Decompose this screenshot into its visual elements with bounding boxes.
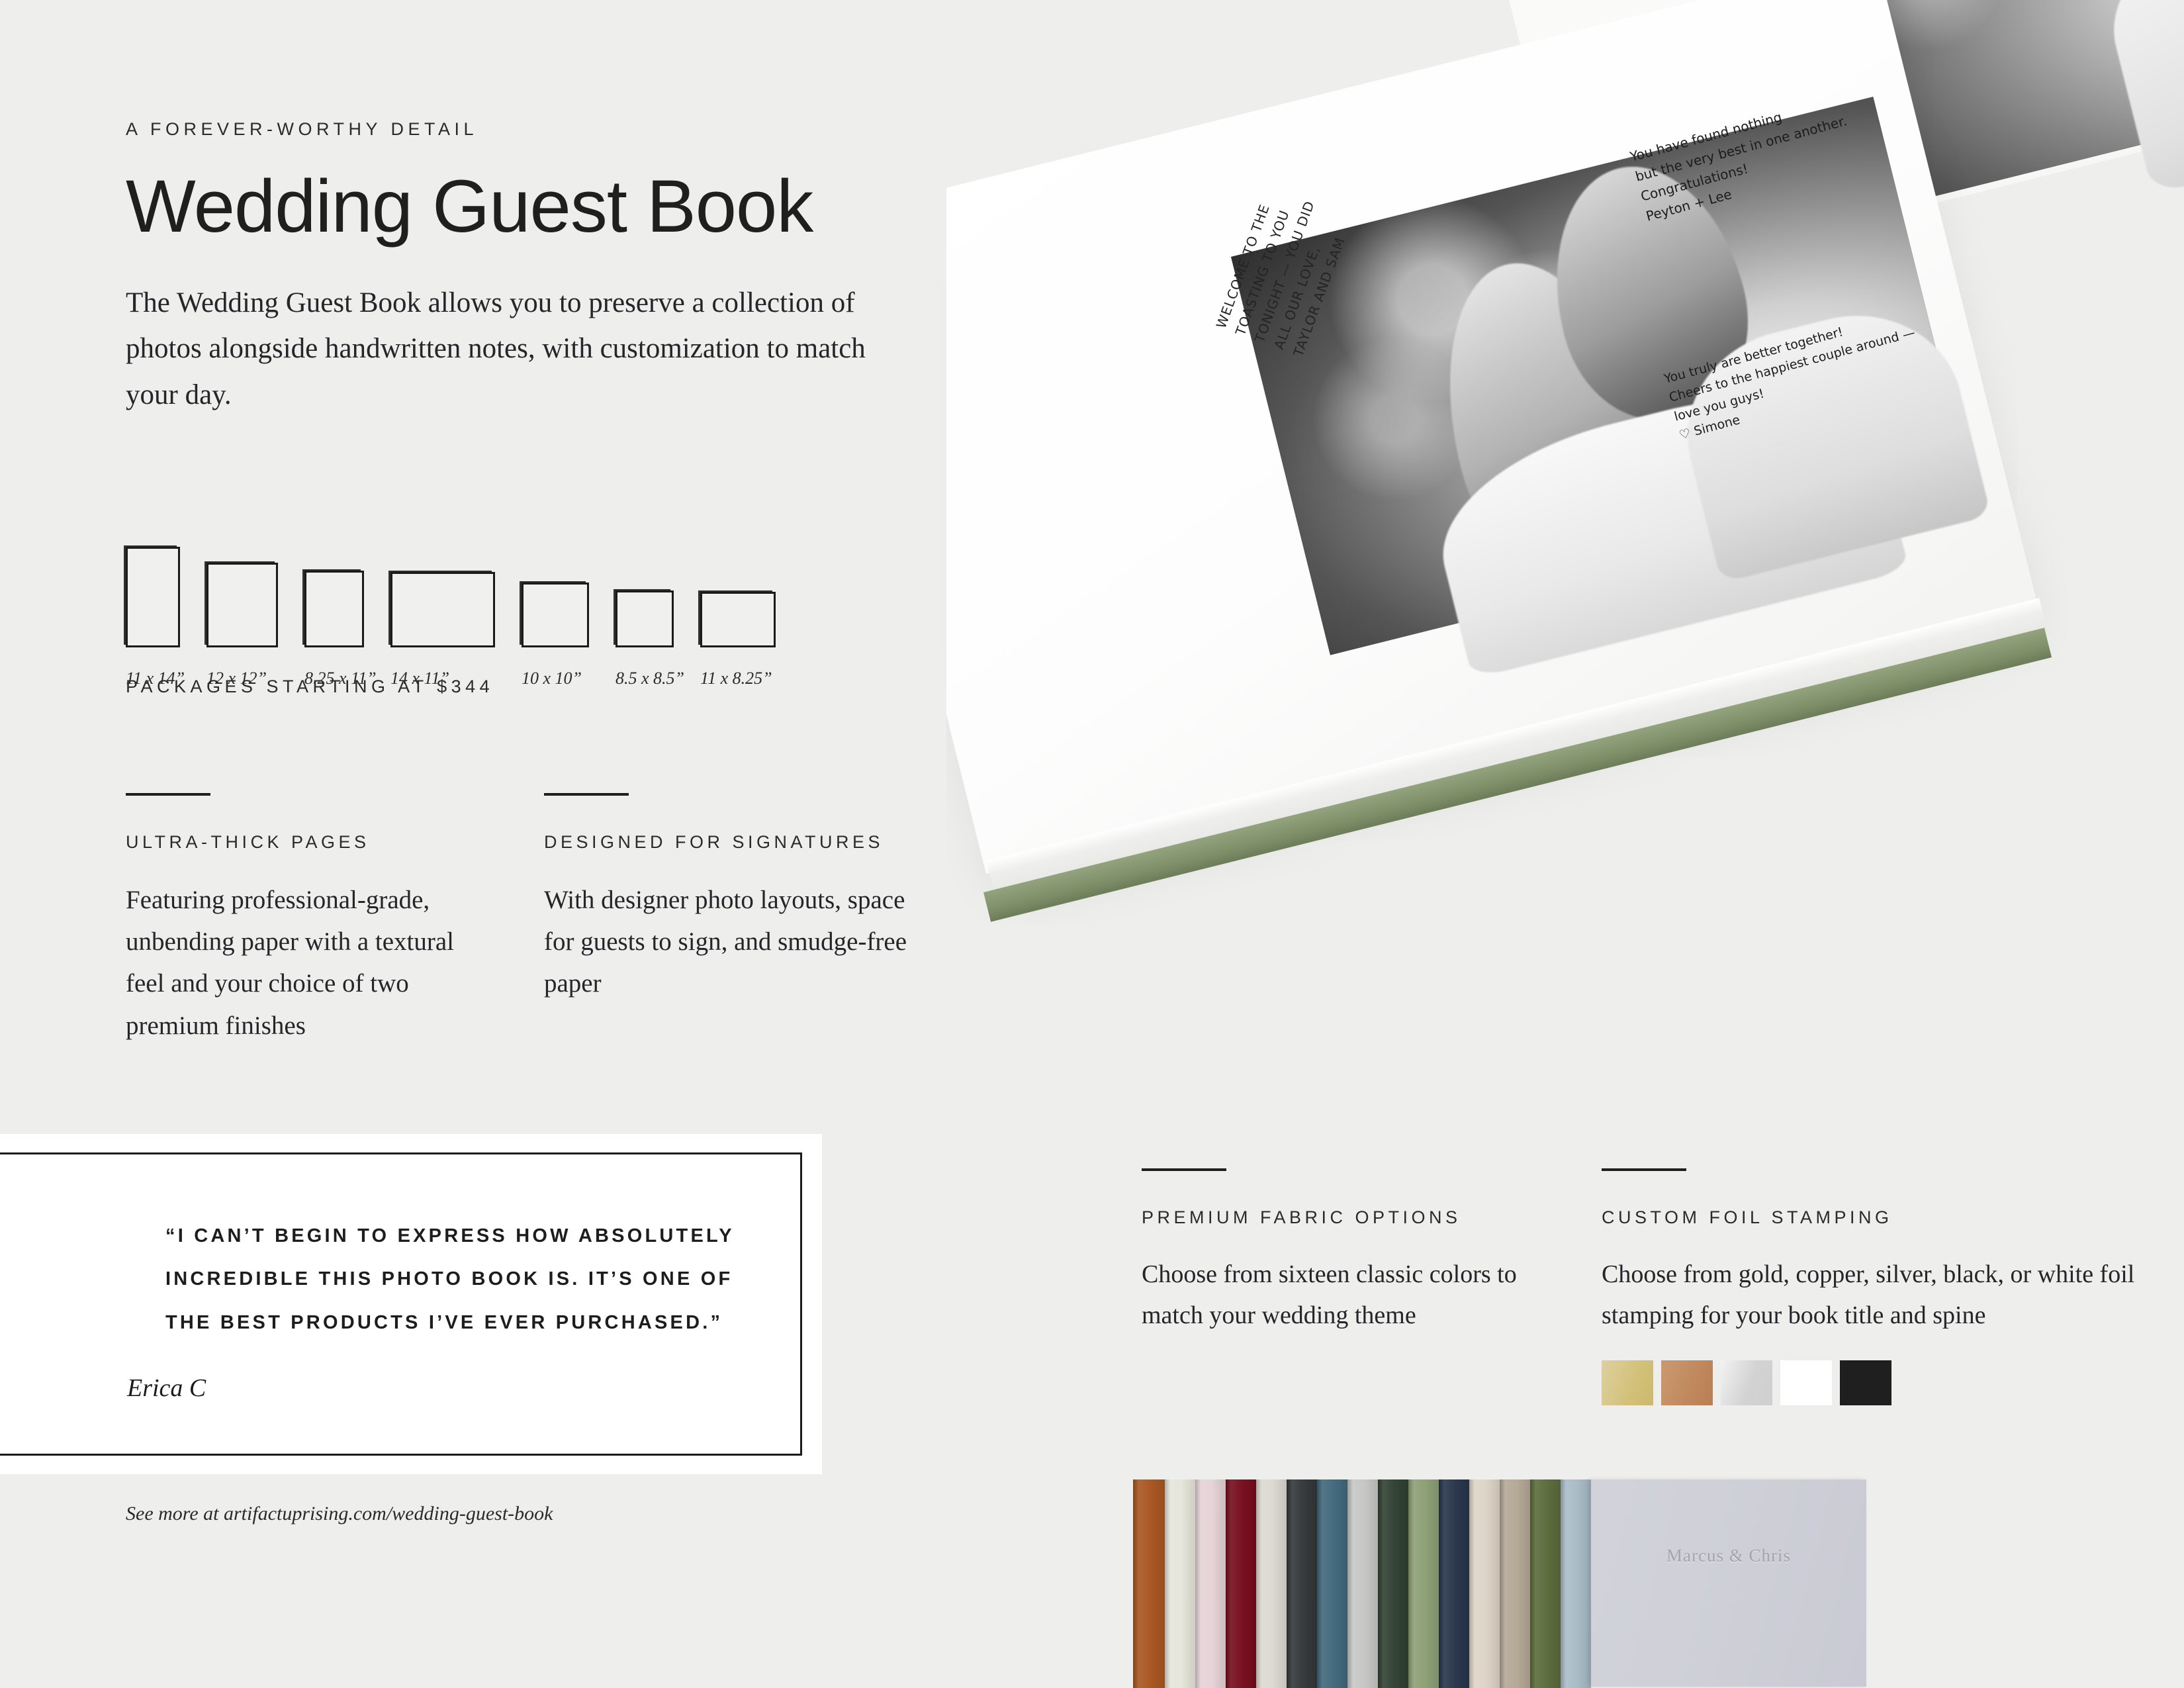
feature-ultra-thick-pages: ULTRA-THICK PAGES Featuring professional… [126, 793, 496, 1047]
foil-swatch-copper[interactable] [1661, 1360, 1713, 1405]
page-title: Wedding Guest Book [126, 165, 813, 248]
testimonial-quote: “I CAN’T BEGIN TO EXPRESS HOW ABSOLUTELY… [165, 1225, 735, 1333]
packages-price-label: PACKAGES STARTING AT $344 [126, 677, 494, 696]
divider-rule [126, 793, 210, 796]
fabric-spine-navy[interactable] [1439, 1479, 1469, 1688]
size-box [615, 590, 674, 647]
feature-body: Featuring professional-grade, unbending … [126, 886, 455, 1040]
fabric-spine-sage[interactable] [1408, 1479, 1439, 1688]
eyebrow-label: A FOREVER-WORTHY DETAIL [126, 119, 478, 139]
foil-swatch-black[interactable] [1840, 1360, 1891, 1405]
foil-swatch-row [1602, 1360, 1891, 1405]
fabric-color-books-row: Marcus & Chris [1133, 1479, 1866, 1688]
fabric-spine-oat[interactable] [1256, 1479, 1287, 1688]
feature-title: CUSTOM FOIL STAMPING [1602, 1207, 1893, 1227]
fabric-spine-charcoal[interactable] [1287, 1479, 1317, 1688]
size-box [522, 583, 589, 647]
fabric-spine-olive[interactable] [1530, 1479, 1561, 1688]
size-options-diagram: 11 x 14” 12 x 12” 8.25 x 11” 14 x 11” 10 x 1… [126, 490, 920, 688]
fabric-spine-dusty-blue[interactable] [1561, 1479, 1591, 1688]
feature-title: ULTRA-THICK PAGES [126, 832, 370, 852]
fabric-spine-burgundy[interactable] [1226, 1479, 1256, 1688]
feature-body: Choose from gold, copper, silver, black,… [1602, 1260, 2135, 1329]
book-front-cover: Marcus & Chris [1591, 1479, 1866, 1687]
size-box [126, 547, 180, 647]
feature-title: PREMIUM FABRIC OPTIONS [1142, 1207, 1461, 1227]
fabric-spine-rust[interactable] [1133, 1479, 1165, 1688]
fabric-spine-pale-gray[interactable] [1347, 1479, 1378, 1688]
divider-rule [1142, 1168, 1226, 1171]
fabric-spine-blush[interactable] [1195, 1479, 1226, 1688]
hero-product-photo: You have found nothing but the very best… [946, 0, 2184, 1165]
feature-title: DESIGNED FOR SIGNATURES [544, 832, 884, 852]
size-label: 8.5 x 8.5” [615, 669, 684, 688]
intro-paragraph: The Wedding Guest Book allows you to pre… [126, 287, 866, 410]
intro-block: A FOREVER-WORTHY DETAIL Wedding Guest Bo… [126, 119, 986, 418]
size-box [206, 563, 278, 647]
size-box [700, 592, 776, 647]
size-box [390, 572, 495, 647]
testimonial-attribution: Erica C [127, 1374, 206, 1402]
foil-swatch-white[interactable] [1780, 1360, 1832, 1405]
divider-rule [1602, 1168, 1686, 1171]
feature-body: Choose from sixteen classic colors to ma… [1142, 1260, 1517, 1329]
footer-link[interactable]: See more at artifactuprising.com/wedding… [126, 1503, 553, 1525]
feature-custom-foil-stamping: CUSTOM FOIL STAMPING Choose from gold, c… [1602, 1168, 2144, 1336]
fabric-spine-taupe[interactable] [1500, 1479, 1530, 1688]
foil-swatch-gold[interactable] [1602, 1360, 1653, 1405]
feature-body: With designer photo layouts, space for g… [544, 886, 907, 998]
embossed-cover-title: Marcus & Chris [1666, 1546, 1791, 1566]
size-label: 11 x 8.25” [700, 669, 772, 688]
feature-premium-fabric-options: PREMIUM FABRIC OPTIONS Choose from sixte… [1142, 1168, 1552, 1336]
fabric-spine-sand[interactable] [1469, 1479, 1500, 1688]
fabric-spine-forest-green[interactable] [1378, 1479, 1408, 1688]
size-box [304, 571, 364, 647]
size-label: 10 x 10” [522, 669, 582, 688]
fabric-spine-teal[interactable] [1317, 1479, 1347, 1688]
feature-designed-for-signatures: DESIGNED FOR SIGNATURES With designer ph… [544, 793, 915, 1005]
fabric-spine-cream[interactable] [1165, 1479, 1195, 1688]
foil-swatch-silver[interactable] [1721, 1360, 1772, 1405]
divider-rule [544, 793, 629, 796]
